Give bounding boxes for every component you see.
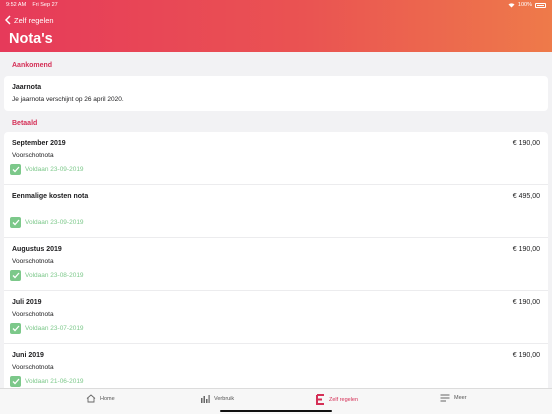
invoice-title: September 2019	[12, 140, 66, 147]
tab-home[interactable]: Home	[86, 394, 115, 403]
invoice-subtitle: Voorschotnota	[12, 152, 54, 159]
invoice-row[interactable]: Eenmalige kosten nota € 495,00 Voldaan 2…	[4, 185, 548, 238]
invoice-amount: € 495,00	[512, 193, 540, 200]
invoice-row[interactable]: Juli 2019 € 190,00 Voorschotnota Voldaan…	[4, 291, 548, 344]
checkmark-icon	[10, 164, 21, 175]
invoice-title: Juli 2019	[12, 299, 42, 306]
tab-meer[interactable]: Meer	[440, 394, 467, 402]
invoice-row[interactable]: Juni 2019 € 190,00 Voorschotnota Voldaan…	[4, 344, 548, 388]
invoice-amount: € 190,00	[512, 140, 540, 147]
paid-status-text: Voldaan 21-06-2019	[25, 378, 84, 385]
battery-icon	[535, 2, 546, 8]
checkmark-icon	[10, 376, 21, 387]
paid-card: September 2019 € 190,00 Voorschotnota Vo…	[4, 132, 548, 388]
paid-status: Voldaan 23-09-2019	[10, 164, 84, 175]
invoice-amount: € 190,00	[512, 352, 540, 359]
invoice-row[interactable]: September 2019 € 190,00 Voorschotnota Vo…	[4, 132, 548, 185]
chevron-left-icon	[5, 15, 11, 25]
status-bar: 9:52 AM Fri Sep 27 100%	[0, 0, 552, 10]
section-paid-label: Betaald	[12, 120, 38, 127]
e-logo-icon	[316, 394, 324, 405]
status-time: 9:52 AM	[6, 2, 27, 8]
paid-status-text: Voldaan 23-08-2019	[25, 272, 84, 279]
tab-label: Meer	[454, 395, 467, 401]
checkmark-icon	[10, 217, 21, 228]
tab-label: Verbruik	[214, 395, 235, 402]
checkmark-icon	[10, 270, 21, 281]
tab-label: Home	[100, 395, 115, 402]
tab-verbruik[interactable]: Verbruik	[200, 394, 234, 403]
paid-status-text: Voldaan 23-09-2019	[25, 219, 84, 226]
menu-icon	[440, 394, 450, 402]
paid-status: Voldaan 23-09-2019	[10, 217, 84, 228]
home-icon	[86, 394, 96, 403]
invoice-subtitle: Voorschotnota	[12, 364, 54, 371]
paid-status-text: Voldaan 23-07-2019	[25, 325, 84, 332]
invoice-title: Eenmalige kosten nota	[12, 193, 89, 200]
tab-label: Zelf regelen	[329, 396, 359, 403]
invoice-subtitle: Voorschotnota	[12, 311, 54, 318]
paid-status: Voldaan 23-07-2019	[10, 323, 84, 334]
upcoming-title: Jaarnota	[12, 84, 42, 91]
home-indicator[interactable]	[220, 410, 332, 412]
section-upcoming-label: Aankomend	[12, 62, 53, 69]
wifi-icon	[508, 2, 515, 7]
invoice-title: Juni 2019	[12, 352, 44, 359]
paid-status-text: Voldaan 23-09-2019	[25, 166, 84, 173]
paid-status: Voldaan 23-08-2019	[10, 270, 84, 281]
bar-chart-icon	[201, 395, 210, 403]
back-label: Zelf regelen	[14, 15, 54, 25]
invoice-amount: € 190,00	[512, 246, 540, 253]
back-button[interactable]: Zelf regelen	[5, 14, 54, 26]
upcoming-description: Je jaarnota verschijnt op 26 april 2020.	[12, 96, 124, 103]
invoice-subtitle: Voorschotnota	[12, 258, 54, 265]
checkmark-icon	[10, 323, 21, 334]
header-bar: 9:52 AM Fri Sep 27 100% Zelf regelen Not…	[0, 0, 552, 52]
battery-percent: 100%	[517, 2, 532, 8]
page-title: Nota's	[9, 31, 53, 47]
invoice-list[interactable]: Aankomend Jaarnota Je jaarnota verschijn…	[0, 52, 552, 388]
invoice-title: Augustus 2019	[12, 246, 62, 253]
invoice-amount: € 190,00	[512, 299, 540, 306]
upcoming-card: Jaarnota Je jaarnota verschijnt op 26 ap…	[4, 76, 548, 111]
status-date: Fri Sep 27	[32, 2, 58, 8]
paid-status: Voldaan 21-06-2019	[10, 376, 84, 387]
invoice-row[interactable]: Augustus 2019 € 190,00 Voorschotnota Vol…	[4, 238, 548, 291]
tab-zelf-regelen[interactable]: Zelf regelen	[316, 394, 358, 405]
